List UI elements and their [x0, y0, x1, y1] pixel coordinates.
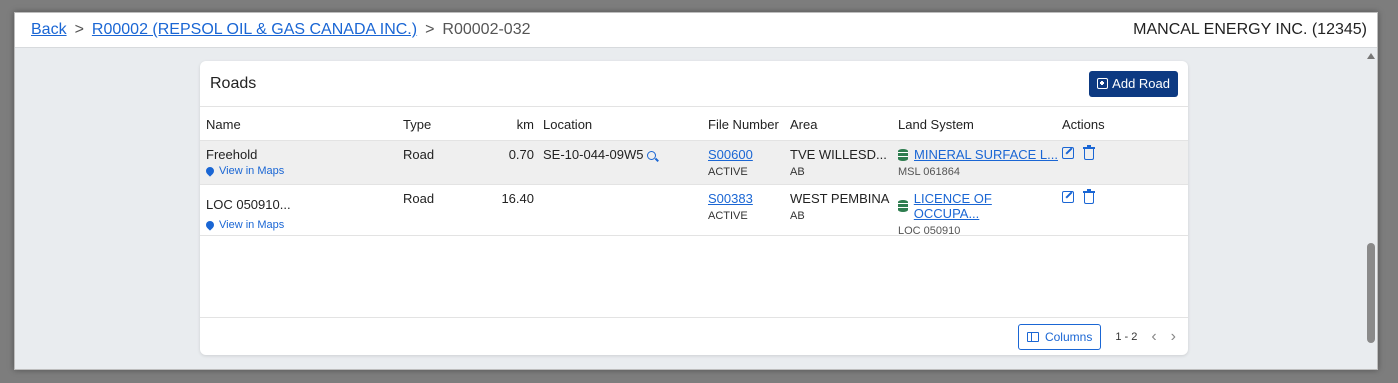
view-in-maps-link[interactable]: View in Maps	[204, 165, 396, 177]
land-system-id: MSL 061864	[898, 166, 960, 178]
name-cell: LOC 050910... View in Maps	[204, 191, 396, 231]
land-system-line: MINERAL SURFACE L...	[898, 147, 1058, 162]
breadcrumb-separator: >	[425, 21, 435, 38]
back-link[interactable]: Back	[31, 21, 67, 39]
land-system-link[interactable]: LICENCE OF OCCUPA...	[914, 191, 1058, 221]
table-row[interactable]: LOC 050910... View in Maps Road 16.40 S0…	[200, 185, 1188, 237]
row-type: Road	[403, 191, 435, 206]
column-header-land-system[interactable]: Land System	[898, 117, 1058, 132]
land-system-id: LOC 050910	[898, 225, 961, 237]
column-header-actions: Actions	[1062, 117, 1105, 132]
trash-icon[interactable]	[1082, 189, 1095, 204]
next-page-button[interactable]: ›	[1171, 328, 1176, 346]
actions-cell	[1062, 189, 1142, 204]
row-area: TVE WILLESD...	[790, 147, 887, 162]
land-system-cell: LICENCE OF OCCUPA... LOC 050910	[898, 191, 1058, 237]
add-road-button[interactable]: Add Road	[1089, 70, 1178, 97]
pagination-range: 1 - 2	[1115, 330, 1138, 343]
breadcrumb-separator: >	[74, 21, 84, 38]
column-header-file-number[interactable]: File Number	[708, 117, 788, 132]
breadcrumb-current: R00002-032	[442, 21, 531, 38]
row-km: 0.70	[508, 147, 534, 162]
view-in-maps-label: View in Maps	[219, 165, 285, 177]
row-area-province: AB	[790, 210, 805, 222]
edit-icon[interactable]	[1062, 147, 1074, 159]
previous-page-button[interactable]: ‹	[1151, 328, 1156, 346]
table-footer: Columns 1 - 2 ‹ ›	[200, 317, 1188, 355]
area-cell: WEST PEMBINA AB	[790, 191, 890, 222]
column-header-km[interactable]: km	[472, 117, 534, 132]
file-number-link[interactable]: S00383	[708, 191, 788, 206]
card-title: Roads	[210, 74, 257, 92]
scroll-up-arrow-icon[interactable]	[1367, 53, 1375, 59]
columns-button[interactable]: Columns	[1017, 323, 1102, 350]
row-type: Road	[403, 147, 435, 162]
top-bar: Back > R00002 (REPSOL OIL & GAS CANADA I…	[15, 13, 1377, 48]
column-header-type[interactable]: Type	[403, 117, 463, 132]
land-system-link[interactable]: MINERAL SURFACE L...	[914, 147, 1058, 162]
row-name: LOC 050910...	[206, 197, 291, 212]
vertical-scrollbar[interactable]	[1365, 49, 1377, 369]
roads-card: Roads Add Road Name Type km Location Fil…	[200, 61, 1188, 355]
breadcrumb-parent-link[interactable]: R00002 (REPSOL OIL & GAS CANADA INC.)	[92, 21, 417, 39]
file-cell: S00383 ACTIVE	[708, 191, 788, 222]
database-icon	[898, 200, 908, 212]
row-area-province: AB	[790, 166, 805, 178]
land-system-cell: MINERAL SURFACE L... MSL 061864	[898, 147, 1058, 178]
file-status: ACTIVE	[708, 166, 748, 178]
location-cell: SE-10-044-09W5	[543, 147, 703, 162]
search-icon[interactable]	[647, 151, 657, 160]
map-pin-icon	[204, 165, 216, 177]
row-area: WEST PEMBINA	[790, 191, 890, 206]
land-system-line: LICENCE OF OCCUPA...	[898, 191, 1058, 221]
table-row[interactable]: Freehold View in Maps Road 0.70 SE-10-04…	[200, 141, 1188, 185]
add-box-icon	[1097, 78, 1109, 89]
breadcrumb: Back > R00002 (REPSOL OIL & GAS CANADA I…	[31, 21, 1133, 39]
app-window: Back > R00002 (REPSOL OIL & GAS CANADA I…	[14, 12, 1378, 370]
actions-cell	[1062, 145, 1142, 160]
row-location: SE-10-044-09W5	[543, 147, 644, 162]
columns-icon	[1026, 331, 1039, 342]
scrollbar-thumb[interactable]	[1367, 243, 1375, 343]
card-header: Roads Add Road	[200, 61, 1188, 107]
table-header: Name Type km Location File Number Area L…	[200, 107, 1188, 141]
edit-icon[interactable]	[1062, 191, 1074, 203]
map-pin-icon	[204, 219, 216, 231]
file-cell: S00600 ACTIVE	[708, 147, 788, 178]
column-header-area[interactable]: Area	[790, 117, 890, 132]
row-name: Freehold	[206, 147, 258, 162]
name-cell: Freehold View in Maps	[204, 147, 396, 177]
row-km: 16.40	[501, 191, 534, 206]
add-road-label: Add Road	[1112, 76, 1170, 91]
database-icon	[898, 148, 908, 161]
file-number-link[interactable]: S00600	[708, 147, 788, 162]
view-in-maps-label: View in Maps	[219, 219, 285, 231]
view-in-maps-link[interactable]: View in Maps	[204, 219, 396, 231]
column-header-location[interactable]: Location	[543, 117, 703, 132]
column-header-name[interactable]: Name	[206, 117, 396, 132]
company-label: MANCAL ENERGY INC. (12345)	[1133, 21, 1367, 38]
trash-icon[interactable]	[1082, 145, 1095, 160]
columns-label: Columns	[1044, 329, 1093, 344]
area-cell: TVE WILLESD... AB	[790, 147, 890, 178]
file-status: ACTIVE	[708, 210, 748, 222]
